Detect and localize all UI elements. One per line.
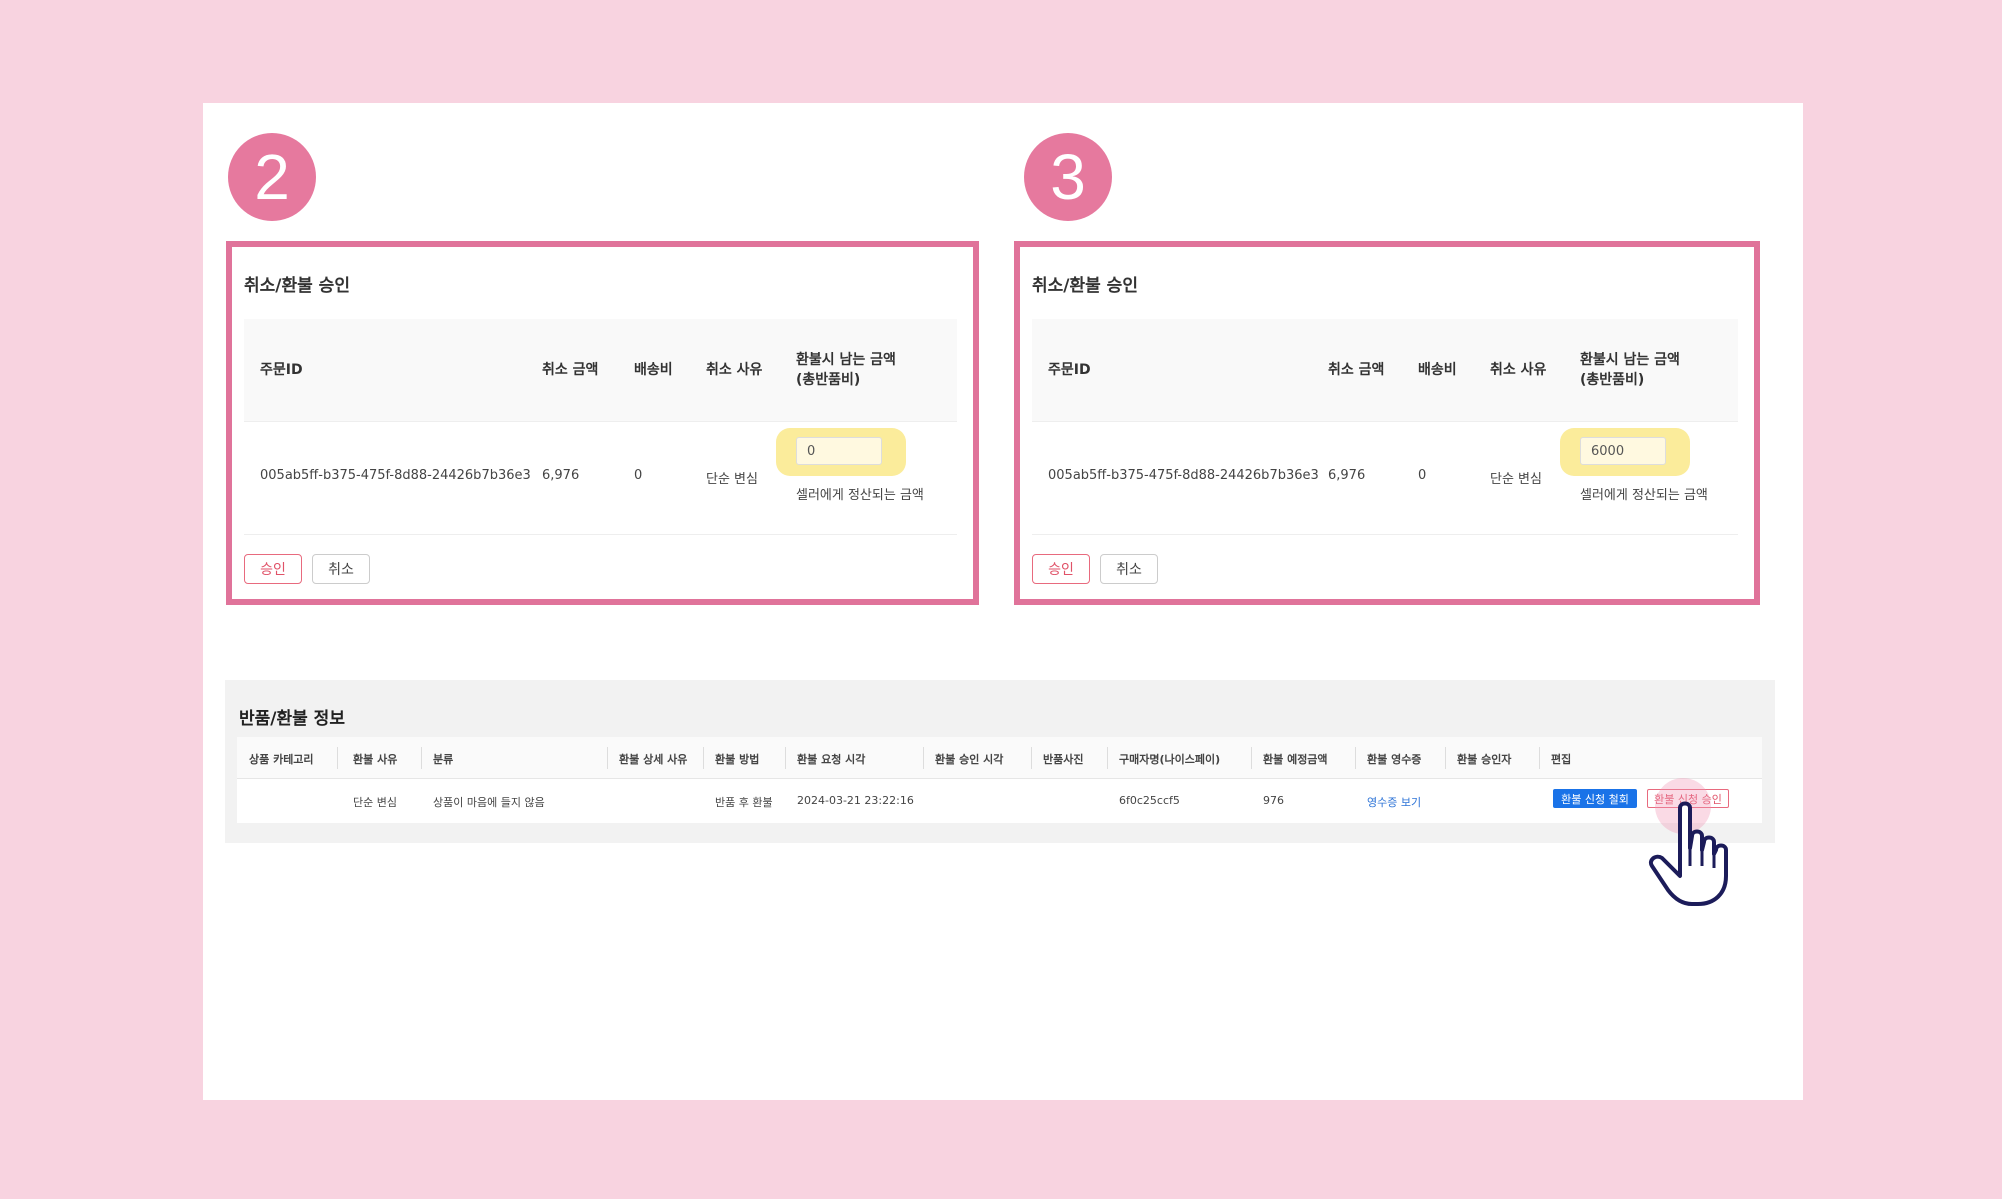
table-header: 주문ID 취소 금액 배송비 취소 사유 환불시 남는 금액 (총반품비) bbox=[244, 319, 957, 422]
col-refund-method: 환불 방법 bbox=[715, 753, 760, 766]
refund-reason-value: 단순 변심 bbox=[353, 796, 397, 809]
col-return-photo: 반품사진 bbox=[1043, 753, 1084, 766]
buyer-value: 6f0c25ccf5 bbox=[1119, 794, 1180, 807]
settle-note: 셀러에게 정산되는 금액 bbox=[796, 488, 924, 503]
refund-info-section: 반품/환불 정보 상품 카테고리 환불 사유 분류 환불 상세 사유 환불 방법… bbox=[225, 680, 1775, 843]
header-order-id: 주문ID bbox=[260, 362, 303, 378]
col-classification: 분류 bbox=[433, 753, 454, 766]
col-approver: 환불 승인자 bbox=[1457, 753, 1512, 766]
col-expected-amount: 환불 예정금액 bbox=[1263, 753, 1328, 766]
header-cancel-amount: 취소 금액 bbox=[1328, 362, 1385, 378]
col-edit: 편집 bbox=[1551, 753, 1572, 766]
col-approve-time: 환불 승인 시각 bbox=[935, 753, 1004, 766]
header-order-id: 주문ID bbox=[1048, 362, 1091, 378]
header-remaining-amount: 환불시 남는 금액 bbox=[796, 352, 896, 368]
expected-amount-value: 976 bbox=[1263, 794, 1284, 807]
remaining-amount-input[interactable] bbox=[796, 437, 882, 465]
header-remaining-note: (총반품비) bbox=[796, 372, 861, 388]
col-receipt: 환불 영수증 bbox=[1367, 753, 1422, 766]
shipping-value: 0 bbox=[634, 468, 643, 483]
approval-table: 주문ID 취소 금액 배송비 취소 사유 환불시 남는 금액 (총반품비) 00… bbox=[1032, 319, 1738, 535]
header-remaining-amount: 환불시 남는 금액 bbox=[1580, 352, 1680, 368]
refund-approval-panel-left: 취소/환불 승인 주문ID 취소 금액 배송비 취소 사유 환불시 남는 금액 … bbox=[226, 241, 979, 605]
classification-value: 상품이 마음에 들지 않음 bbox=[433, 796, 545, 809]
header-shipping: 배송비 bbox=[1418, 362, 1457, 378]
col-request-time: 환불 요청 시각 bbox=[797, 753, 866, 766]
col-refund-reason: 환불 사유 bbox=[353, 753, 398, 766]
table-row: 005ab5ff-b375-475f-8d88-24426b7b36e3 6,9… bbox=[244, 422, 957, 535]
reason-value: 단순 변심 bbox=[706, 472, 758, 487]
header-reason: 취소 사유 bbox=[1490, 362, 1547, 378]
refund-info-table: 상품 카테고리 환불 사유 분류 환불 상세 사유 환불 방법 환불 요청 시각… bbox=[237, 737, 1762, 823]
refund-method-value: 반품 후 환불 bbox=[715, 796, 773, 809]
hand-pointer-icon bbox=[1649, 801, 1728, 906]
cancel-button[interactable]: 취소 bbox=[312, 554, 370, 584]
panel-title: 취소/환불 승인 bbox=[1032, 276, 1138, 296]
remaining-amount-input[interactable] bbox=[1580, 437, 1666, 465]
cancel-button[interactable]: 취소 bbox=[1100, 554, 1158, 584]
step-badge-2: 2 bbox=[228, 133, 316, 221]
col-buyer-name: 구매자명(나이스페이) bbox=[1119, 753, 1221, 766]
step-badge-3: 3 bbox=[1024, 133, 1112, 221]
panel-title: 취소/환불 승인 bbox=[244, 276, 350, 296]
approve-button[interactable]: 승인 bbox=[244, 554, 302, 584]
table-header: 상품 카테고리 환불 사유 분류 환불 상세 사유 환불 방법 환불 요청 시각… bbox=[237, 737, 1762, 779]
header-reason: 취소 사유 bbox=[706, 362, 763, 378]
receipt-link[interactable]: 영수증 보기 bbox=[1367, 794, 1421, 810]
header-shipping: 배송비 bbox=[634, 362, 673, 378]
withdraw-refund-button[interactable]: 환불 신청 철회 bbox=[1553, 789, 1637, 808]
order-id-value: 005ab5ff-b375-475f-8d88-24426b7b36e3 bbox=[1048, 468, 1319, 483]
col-refund-detail: 환불 상세 사유 bbox=[619, 753, 688, 766]
table-row: 005ab5ff-b375-475f-8d88-24426b7b36e3 6,9… bbox=[1032, 422, 1738, 535]
approve-button[interactable]: 승인 bbox=[1032, 554, 1090, 584]
order-id-value: 005ab5ff-b375-475f-8d88-24426b7b36e3 bbox=[260, 468, 531, 483]
table-header: 주문ID 취소 금액 배송비 취소 사유 환불시 남는 금액 (총반품비) bbox=[1032, 319, 1738, 422]
header-remaining-note: (총반품비) bbox=[1580, 372, 1645, 388]
shipping-value: 0 bbox=[1418, 468, 1427, 483]
col-product-category: 상품 카테고리 bbox=[249, 753, 314, 766]
cancel-amount-value: 6,976 bbox=[542, 468, 580, 483]
reason-value: 단순 변심 bbox=[1490, 472, 1542, 487]
approval-table: 주문ID 취소 금액 배송비 취소 사유 환불시 남는 금액 (총반품비) 00… bbox=[244, 319, 957, 535]
section-title: 반품/환불 정보 bbox=[239, 709, 345, 729]
refund-approval-panel-right: 취소/환불 승인 주문ID 취소 금액 배송비 취소 사유 환불시 남는 금액 … bbox=[1014, 241, 1760, 605]
header-cancel-amount: 취소 금액 bbox=[542, 362, 599, 378]
settle-note: 셀러에게 정산되는 금액 bbox=[1580, 488, 1708, 503]
request-time-value: 2024-03-21 23:22:16 bbox=[797, 794, 914, 807]
table-row: 단순 변심 상품이 마음에 들지 않음 반품 후 환불 2024-03-21 2… bbox=[237, 779, 1762, 823]
cancel-amount-value: 6,976 bbox=[1328, 468, 1366, 483]
